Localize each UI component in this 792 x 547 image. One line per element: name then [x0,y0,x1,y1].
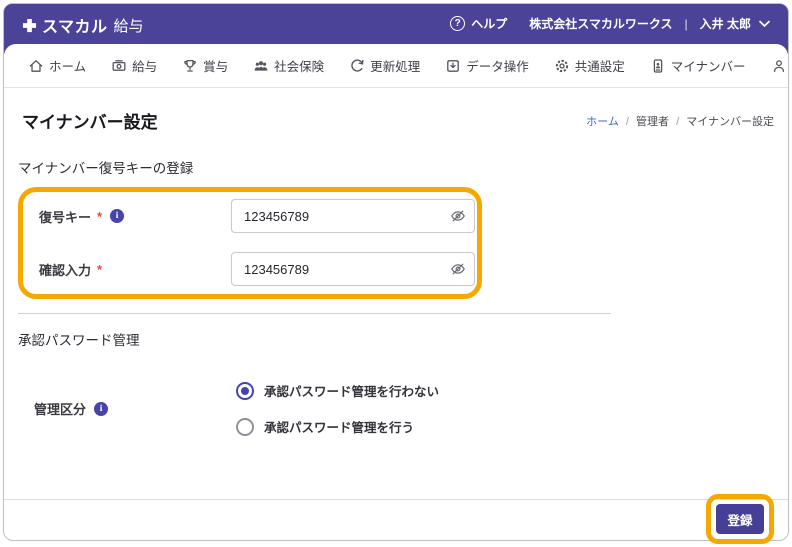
help-button[interactable]: ? ヘルプ [450,15,507,32]
account-separator: | [685,17,688,31]
required-mark: * [97,209,102,224]
decryption-key-label: 復号キー [39,207,91,226]
radio-label: 承認パスワード管理を行わない [264,381,439,400]
app-logo[interactable]: スマカル給与 [22,13,144,37]
download-box-icon [445,58,461,74]
nav-item-social-insurance[interactable]: 社会保険 [253,56,324,75]
nav-item-bonus[interactable]: 賞与 [182,56,228,75]
info-icon[interactable]: i [110,209,124,223]
user-name: 入井 太郎 [700,15,751,32]
decryption-key-input[interactable] [231,199,475,233]
nav-label: マイナンバー [671,56,746,75]
info-icon[interactable]: i [94,402,108,416]
breadcrumb-separator: / [676,116,679,128]
user-menu[interactable]: 入井 太郎 [700,15,770,32]
eye-slash-icon[interactable] [450,261,466,277]
confirm-key-label: 確認入力 [39,260,91,279]
chevron-down-icon [759,20,770,28]
decryption-key-input-wrap [231,199,475,233]
nav-label: 更新処理 [370,56,420,75]
help-label: ヘルプ [471,15,507,32]
section-divider [18,313,611,314]
management-type-label-col: 管理区分 i [34,399,226,418]
decryption-key-label-col: 復号キー * i [39,207,231,226]
home-icon [28,58,44,74]
radio-unselected-icon[interactable] [236,418,254,436]
main-nav: ホーム 給与 賞与 社会保険 更新処理 データ操作 [4,44,788,88]
content-sheet: ホーム 給与 賞与 社会保険 更新処理 データ操作 [4,44,788,539]
nav-label: データ操作 [466,56,529,75]
radio-option-no-password-management[interactable]: 承認パスワード管理を行わない [236,381,439,400]
confirm-key-input[interactable] [231,252,475,286]
person-icon [771,58,787,74]
management-type-row: 管理区分 i 承認パスワード管理を行わない 承認パスワード管理を行う [18,381,774,436]
confirm-key-label-col: 確認入力 * [39,260,231,279]
radio-label: 承認パスワード管理を行う [264,417,414,436]
nav-item-salary[interactable]: 給与 [111,56,157,75]
nav-item-admin[interactable]: 管理 [771,56,792,75]
people-icon [253,58,269,74]
page-title: マイナンバー設定 [22,108,158,133]
breadcrumb-home-link[interactable]: ホーム [586,116,619,128]
confirm-key-input-wrap [231,252,475,286]
nav-label: 賞与 [203,56,228,75]
highlight-box-submit-button: 登録 [706,494,774,544]
title-row: マイナンバー設定 ホーム / 管理者 / マイナンバー設定 [18,108,774,133]
required-mark: * [97,262,102,277]
company-name: 株式会社スマカルワークス [529,15,672,32]
nav-label: 給与 [132,56,157,75]
decryption-key-row: 復号キー * i [23,199,477,233]
nav-item-common-settings[interactable]: 共通設定 [554,56,625,75]
nav-label: ホーム [49,56,86,75]
gear-icon [554,58,570,74]
product-name: 給与 [114,15,144,36]
radio-selected-icon[interactable] [236,382,254,400]
submit-button[interactable]: 登録 [716,504,764,534]
confirm-key-row: 確認入力 * [23,252,477,286]
management-type-options: 承認パスワード管理を行わない 承認パスワード管理を行う [226,381,439,436]
main-content: マイナンバー設定 ホーム / 管理者 / マイナンバー設定 マイナンバー復号キー… [4,88,788,499]
plus-logo-icon [22,18,37,33]
nav-label: 社会保険 [274,56,324,75]
question-circle-icon: ? [450,16,465,31]
radio-option-password-management[interactable]: 承認パスワード管理を行う [236,417,439,436]
highlight-box-decryption-fields: 復号キー * i 確認入力 * [18,187,482,299]
page-footer: 登録 [4,499,788,539]
app-window: スマカル給与 ? ヘルプ 株式会社スマカルワークス | 入井 太郎 ホーム [3,3,789,541]
breadcrumb-separator: / [626,116,629,128]
decryption-section-heading: マイナンバー復号キーの登録 [18,157,774,177]
nav-item-data-operations[interactable]: データ操作 [445,56,529,75]
nav-item-home[interactable]: ホーム [28,56,86,75]
brand-name: スマカル [42,13,108,37]
breadcrumb: ホーム / 管理者 / マイナンバー設定 [586,113,774,129]
nav-item-update[interactable]: 更新処理 [349,56,420,75]
banknote-icon [111,58,127,74]
trophy-icon [182,58,198,74]
breadcrumb-current: マイナンバー設定 [686,116,774,128]
id-card-icon [650,58,666,74]
management-type-label: 管理区分 [34,399,86,418]
nav-label: 共通設定 [575,56,625,75]
account-area: 株式会社スマカルワークス | 入井 太郎 [529,15,770,32]
appbar-right: ? ヘルプ 株式会社スマカルワークス | 入井 太郎 [450,13,770,32]
eye-slash-icon[interactable] [450,208,466,224]
breadcrumb-level2: 管理者 [636,116,669,128]
approval-section-heading: 承認パスワード管理 [18,329,774,349]
refresh-icon [349,58,365,74]
nav-item-mynumber[interactable]: マイナンバー [650,56,746,75]
